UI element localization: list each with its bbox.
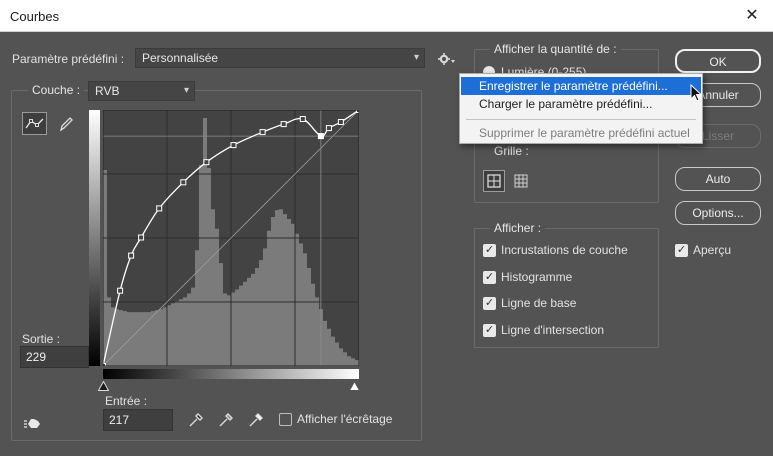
pencil-icon[interactable]: [56, 113, 76, 135]
channel-overlays-label: Incrustations de couche: [501, 243, 628, 257]
menu-item-load-preset[interactable]: Charger le paramètre prédéfini...: [461, 95, 701, 113]
gray-eyedropper-icon[interactable]: [216, 410, 236, 430]
curve-point[interactable]: [117, 287, 124, 294]
output-label: Sortie :: [22, 332, 61, 346]
input-label: Entrée :: [105, 394, 148, 408]
grid-label: Grille :: [494, 144, 529, 158]
input-gradient-bar: [103, 369, 359, 379]
preset-options-menu: Enregistrer le paramètre prédéfini... Ch…: [459, 73, 703, 144]
display-title: Afficher :: [490, 221, 546, 235]
chevron-down-icon: ▾: [413, 52, 419, 63]
menu-item-save-preset[interactable]: Enregistrer le paramètre prédéfini...: [461, 77, 701, 95]
channel-overlays-checkbox[interactable]: ✓: [483, 244, 496, 257]
intersection-line-label: Ligne d'intersection: [501, 323, 605, 337]
ok-button[interactable]: OK: [675, 49, 761, 73]
preset-value: Personnalisée: [142, 51, 219, 65]
preset-select[interactable]: Personnalisée ▾: [135, 48, 425, 68]
curve-point[interactable]: [299, 116, 306, 122]
baseline-checkbox[interactable]: ✓: [483, 297, 496, 310]
baseline-label: Ligne de base: [501, 296, 577, 310]
output-field[interactable]: 229: [20, 346, 89, 368]
clipping-label: Afficher l'écrêtage: [297, 412, 393, 426]
preset-label: Paramètre prédéfini :: [12, 52, 125, 66]
curve-point[interactable]: [180, 179, 187, 186]
black-eyedropper-icon[interactable]: [186, 410, 206, 430]
channel-value: RVB: [95, 84, 120, 98]
window-title: Courbes: [10, 9, 60, 24]
curve-point[interactable]: [280, 121, 287, 128]
input-field[interactable]: 217: [103, 409, 173, 431]
grid-4x4-icon[interactable]: [483, 170, 505, 192]
clipping-checkbox[interactable]: [279, 413, 292, 426]
show-amount-title: Afficher la quantité de :: [490, 42, 621, 56]
preview-label: Aperçu: [693, 243, 732, 257]
curve-point[interactable]: [259, 129, 266, 136]
mouse-cursor-icon: [690, 83, 704, 104]
auto-button[interactable]: Auto: [675, 167, 761, 191]
gear-icon[interactable]: [437, 52, 455, 66]
histogram-checkbox[interactable]: ✓: [483, 271, 496, 284]
output-gradient-bar: [89, 110, 100, 366]
curves-graph[interactable]: [103, 110, 359, 366]
channel-select[interactable]: RVB ▾: [88, 81, 195, 101]
grid-10x10-icon[interactable]: [510, 170, 532, 192]
curve-point[interactable]: [128, 252, 135, 259]
menu-item-delete-preset[interactable]: Supprimer le paramètre prédéfini actuel: [461, 124, 701, 142]
black-point-slider[interactable]: [97, 380, 110, 391]
close-icon[interactable]: ✕: [741, 5, 763, 27]
menu-separator: [466, 119, 696, 120]
curve-point-tool-icon[interactable]: [22, 112, 47, 135]
curve-point[interactable]: [337, 119, 344, 125]
targeted-adjustment-icon[interactable]: [22, 413, 46, 433]
preview-checkbox[interactable]: ✓: [675, 244, 688, 257]
curve-point[interactable]: [138, 234, 145, 241]
chevron-down-icon: ▾: [183, 85, 189, 96]
selected-curve-point[interactable]: [317, 133, 324, 140]
curve-point[interactable]: [230, 142, 237, 149]
white-point-slider[interactable]: [348, 380, 361, 391]
curve-point[interactable]: [325, 125, 332, 132]
white-eyedropper-icon[interactable]: [246, 410, 266, 430]
intersection-line-checkbox[interactable]: ✓: [483, 324, 496, 337]
histogram-label: Histogramme: [501, 270, 573, 284]
curve-point[interactable]: [156, 205, 163, 212]
options-button[interactable]: Options...: [675, 201, 761, 225]
title-bar: Courbes ✕: [0, 0, 773, 32]
channel-label: Couche :: [28, 83, 85, 97]
curve-point[interactable]: [203, 159, 210, 166]
